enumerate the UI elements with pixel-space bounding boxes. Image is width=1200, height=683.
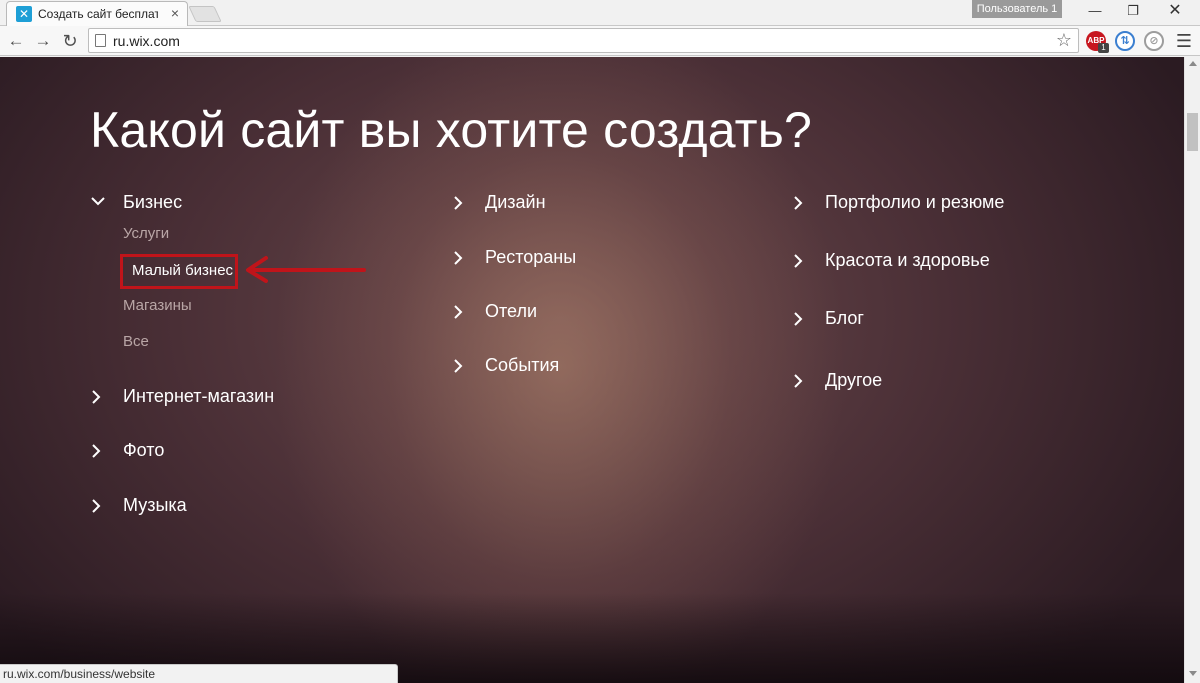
annotation-arrow-icon [246, 256, 366, 283]
chevron-right-icon [90, 383, 104, 409]
chevron-right-icon [792, 189, 806, 215]
page-title: Какой сайт вы хотите создать? [90, 102, 813, 158]
tab-close-icon[interactable]: × [167, 5, 183, 21]
subcategory-services[interactable]: Услуги [123, 224, 169, 244]
chevron-right-icon [90, 492, 104, 518]
tab-strip: ✕ Создать сайт бесплатно | × Пользовател… [0, 0, 1200, 26]
category-label: Рестораны [485, 247, 577, 267]
url-text[interactable]: ru.wix.com [113, 33, 180, 49]
category-label: Красота и здоровье [825, 250, 990, 270]
chevron-right-icon [452, 189, 466, 215]
new-tab-button[interactable] [188, 6, 222, 22]
subcategory-shops[interactable]: Магазины [123, 296, 192, 316]
chevron-right-icon [452, 298, 466, 324]
tab-title: Создать сайт бесплатно | [38, 7, 158, 21]
sync-extension-icon[interactable]: ⇅ [1115, 31, 1135, 51]
menu-icon[interactable]: ☰ [1174, 30, 1194, 52]
category-label: Музыка [123, 495, 187, 515]
scroll-up-icon[interactable] [1189, 61, 1197, 66]
reload-icon[interactable]: ↻ [59, 30, 81, 52]
chevron-right-icon [90, 437, 104, 463]
restore-icon[interactable]: ❐ [1114, 0, 1152, 22]
category-label: Отели [485, 301, 538, 321]
annotation-highlight-box [120, 254, 238, 289]
address-bar[interactable]: ru.wix.com ☆ [88, 28, 1079, 53]
chevron-right-icon [792, 247, 806, 273]
chevron-right-icon [792, 367, 806, 393]
subcategory-all[interactable]: Все [123, 332, 149, 352]
page-viewport: Какой сайт вы хотите создать? Бизнес Усл… [0, 57, 1184, 683]
window-close-icon[interactable]: ✕ [1156, 0, 1194, 22]
chevron-right-icon [452, 352, 466, 378]
category-label: Интернет-магазин [123, 386, 275, 406]
wix-favicon-icon: ✕ [16, 6, 32, 22]
bookmark-star-icon[interactable]: ☆ [1056, 30, 1072, 51]
clock-extension-icon[interactable]: ⊘ [1144, 31, 1164, 51]
scrollbar-thumb[interactable] [1187, 113, 1198, 151]
category-label: Блог [825, 308, 864, 328]
scroll-down-icon[interactable] [1189, 671, 1197, 676]
back-arrow-icon[interactable]: ← [5, 30, 27, 52]
page-icon [95, 34, 106, 47]
status-bar: ru.wix.com/business/website [0, 664, 398, 683]
chevron-down-icon [90, 189, 105, 215]
category-label: Портфолио и резюме [825, 192, 1005, 212]
category-label: Бизнес [123, 192, 183, 212]
vertical-scrollbar[interactable] [1184, 57, 1200, 683]
forward-arrow-icon[interactable]: → [32, 30, 54, 52]
category-label: Дизайн [485, 192, 546, 212]
minimize-icon[interactable]: — [1076, 0, 1114, 22]
chevron-right-icon [452, 244, 466, 270]
category-label: Другое [825, 370, 883, 390]
category-label: Фото [123, 440, 165, 460]
browser-tab[interactable]: ✕ Создать сайт бесплатно | × [6, 1, 188, 26]
profile-button[interactable]: Пользователь 1 [972, 0, 1062, 18]
chevron-right-icon [792, 305, 806, 331]
browser-toolbar: ← → ↻ ru.wix.com ☆ ABP 1 ⇅ ⊘ ☰ [0, 26, 1200, 56]
adblock-count-badge: 1 [1098, 43, 1109, 53]
category-label: События [485, 355, 560, 375]
